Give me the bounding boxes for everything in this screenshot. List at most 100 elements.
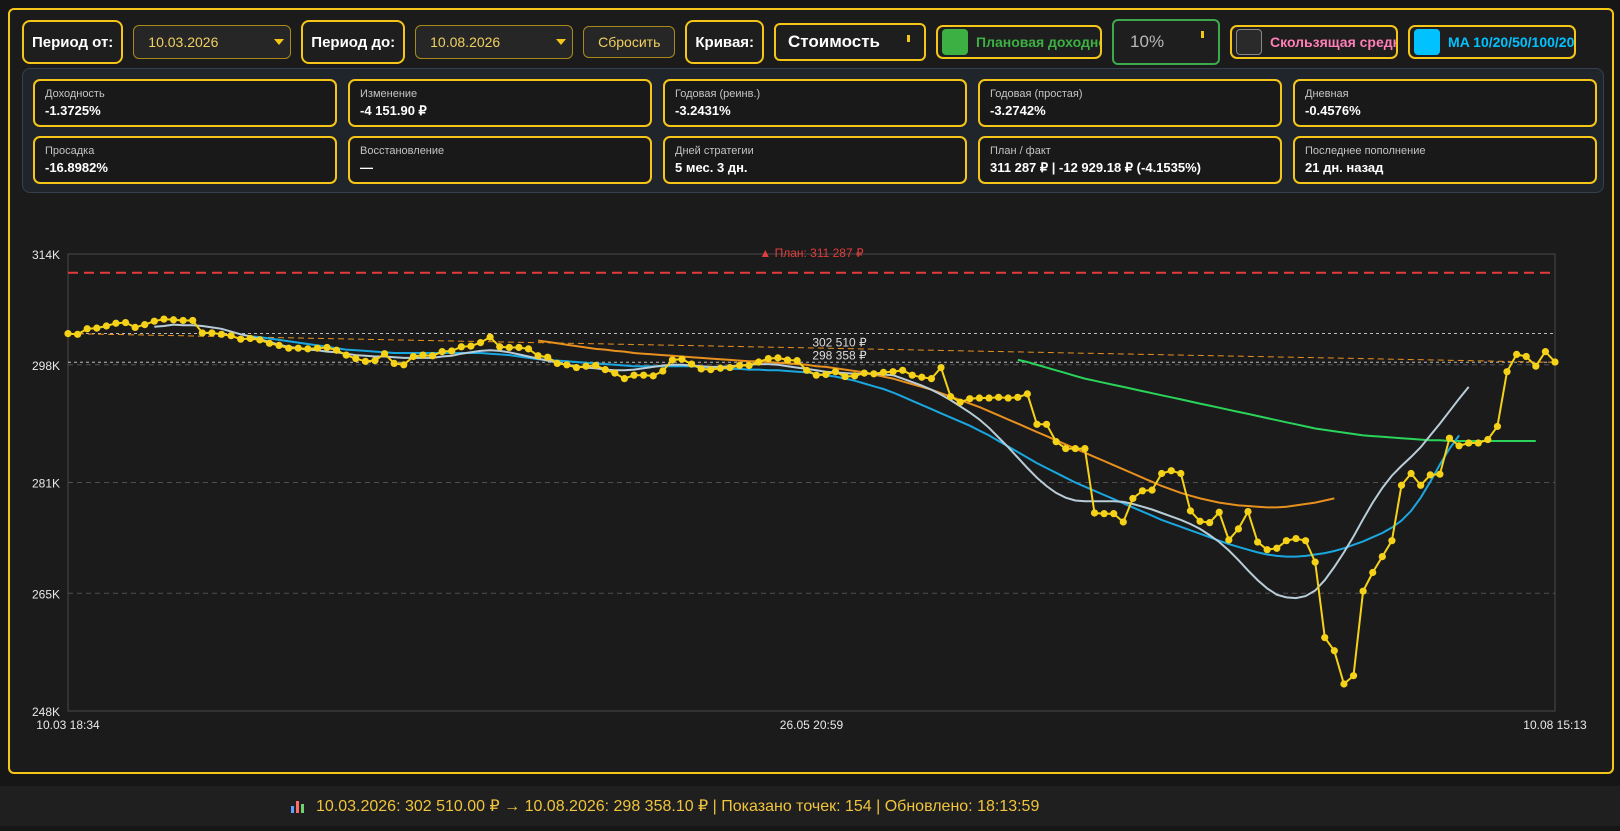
price-point bbox=[1513, 350, 1521, 359]
price-point bbox=[985, 394, 993, 402]
price-point bbox=[1349, 672, 1358, 680]
price-point bbox=[793, 357, 801, 365]
price-point bbox=[265, 339, 274, 347]
ma20-line bbox=[250, 335, 1460, 558]
price-point bbox=[400, 361, 408, 369]
price-point bbox=[678, 355, 686, 363]
price-point bbox=[476, 339, 485, 347]
price-point bbox=[755, 358, 763, 366]
price-point bbox=[630, 371, 638, 379]
price-point bbox=[764, 354, 772, 363]
price-point bbox=[1004, 394, 1012, 402]
price-point bbox=[1330, 647, 1338, 655]
price-point bbox=[1234, 525, 1243, 533]
price-point bbox=[707, 366, 715, 374]
price-point bbox=[1196, 517, 1204, 525]
price-point bbox=[534, 352, 542, 360]
price-point bbox=[659, 367, 667, 375]
price-point bbox=[899, 366, 907, 374]
price-point bbox=[640, 371, 648, 379]
price-point bbox=[1359, 587, 1367, 595]
price-point bbox=[908, 371, 916, 379]
price-point bbox=[1321, 634, 1329, 642]
price-point bbox=[217, 330, 226, 338]
price-point bbox=[333, 346, 341, 354]
price-point bbox=[102, 322, 110, 330]
price-point bbox=[323, 343, 331, 352]
price-point bbox=[409, 352, 417, 361]
price-point bbox=[860, 369, 868, 377]
status-bar: 10.03.2026: 302 510.00 ₽ → 10.08.2026: 2… bbox=[0, 786, 1620, 826]
price-point bbox=[515, 343, 523, 352]
price-point bbox=[121, 318, 130, 327]
price-point bbox=[1465, 439, 1473, 447]
price-point bbox=[1110, 510, 1118, 518]
price-point bbox=[851, 372, 859, 380]
price-point bbox=[1225, 536, 1233, 544]
price-point bbox=[947, 393, 955, 401]
price-point bbox=[285, 344, 293, 352]
price-point bbox=[1417, 481, 1425, 489]
value-chart[interactable]: 314K 298K 281K 265K 248K10.03 18:34 26.05 20:… bbox=[0, 0, 1620, 786]
price-point bbox=[1023, 390, 1031, 398]
price-point bbox=[1493, 422, 1502, 431]
price-point bbox=[1407, 469, 1415, 478]
price-point bbox=[783, 356, 792, 364]
price-point bbox=[371, 357, 379, 365]
price-point bbox=[1541, 348, 1550, 356]
price-point bbox=[1129, 494, 1137, 503]
price-point bbox=[1301, 537, 1310, 545]
price-point bbox=[553, 359, 561, 368]
price-point bbox=[697, 365, 705, 373]
price-point bbox=[150, 317, 158, 325]
price-point bbox=[1397, 481, 1406, 489]
price-point bbox=[1119, 518, 1127, 526]
price-point bbox=[1340, 680, 1348, 688]
price-line bbox=[67, 318, 1556, 686]
price-point bbox=[189, 316, 197, 325]
price-point bbox=[1244, 507, 1252, 516]
price-point bbox=[505, 343, 513, 352]
status-text: 10.03.2026: 302 510.00 ₽ → 10.08.2026: 2… bbox=[316, 798, 1040, 815]
price-point bbox=[803, 366, 811, 374]
price-point bbox=[716, 364, 724, 372]
price-point bbox=[1378, 552, 1386, 561]
price-point bbox=[1551, 358, 1559, 366]
price-point bbox=[1522, 352, 1530, 361]
price-point bbox=[160, 315, 168, 323]
price-point bbox=[352, 354, 360, 363]
price-point bbox=[131, 323, 139, 331]
plan-label: ▲ План: 311 287 ₽ bbox=[759, 246, 864, 260]
price-point bbox=[1081, 444, 1089, 453]
y-tick-label: 265K bbox=[32, 587, 60, 601]
price-point bbox=[1292, 534, 1300, 543]
price-point bbox=[1177, 469, 1185, 478]
x-tick-label: 10.03 18:34 bbox=[36, 718, 100, 732]
price-point bbox=[1062, 444, 1070, 453]
price-point bbox=[975, 394, 983, 402]
price-point bbox=[563, 361, 571, 369]
price-point bbox=[1014, 393, 1022, 401]
price-point bbox=[294, 344, 302, 352]
price-point bbox=[687, 360, 696, 368]
price-point bbox=[726, 363, 734, 372]
price-point bbox=[83, 325, 91, 333]
price-point bbox=[1436, 470, 1444, 478]
price-point bbox=[774, 354, 782, 362]
series-value-label: 278K bbox=[1561, 0, 1585, 3]
bar-chart-icon bbox=[290, 798, 306, 814]
price-point bbox=[1388, 537, 1396, 545]
price-point bbox=[1282, 537, 1290, 545]
price-point bbox=[342, 351, 350, 359]
price-point bbox=[870, 370, 878, 378]
price-point bbox=[966, 395, 974, 403]
price-point bbox=[1311, 558, 1319, 566]
price-point bbox=[1215, 508, 1223, 516]
price-point bbox=[1532, 362, 1540, 370]
price-point bbox=[208, 329, 216, 337]
y-tick-label: 298K bbox=[32, 359, 60, 373]
price-point bbox=[198, 329, 206, 337]
price-point bbox=[246, 334, 254, 343]
price-point bbox=[620, 375, 629, 383]
price-point bbox=[927, 375, 936, 383]
